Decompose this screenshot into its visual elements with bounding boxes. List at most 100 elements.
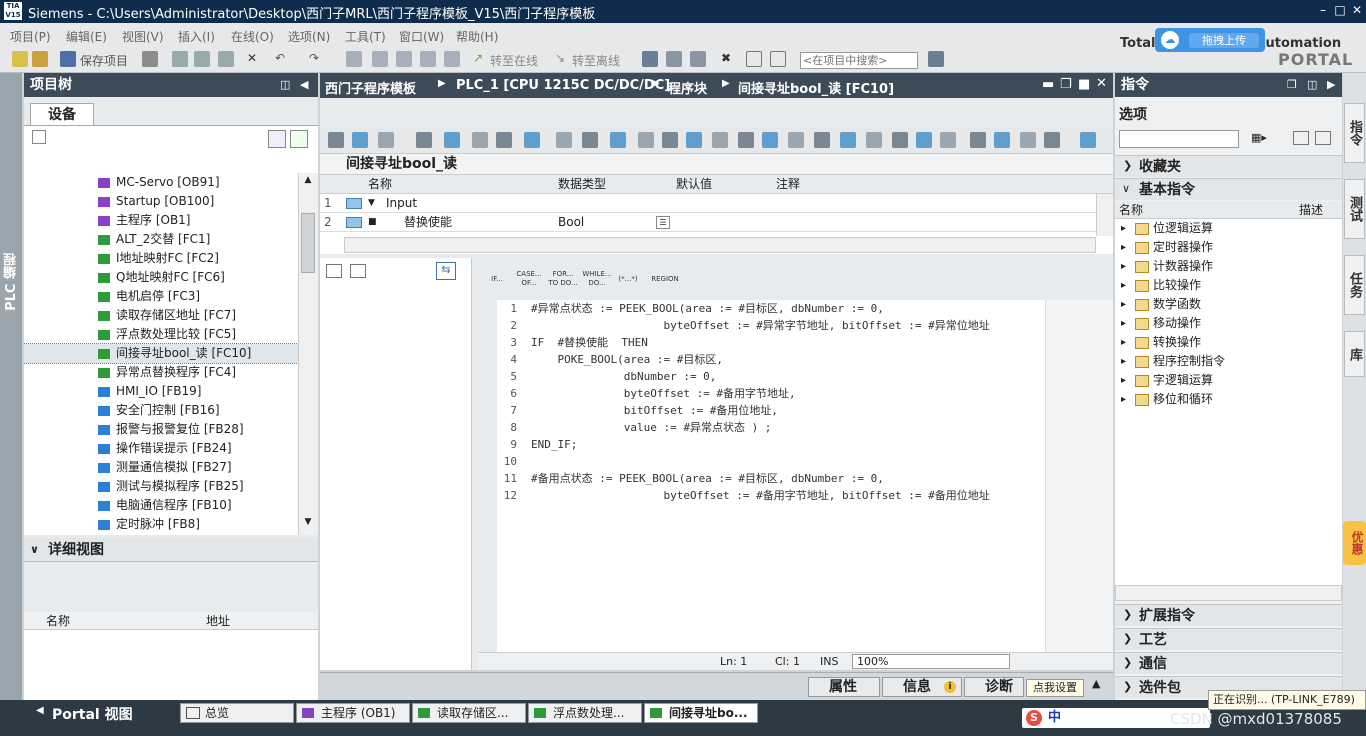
tab-diagnostics[interactable]: 诊断 (964, 677, 1024, 697)
instruction-category[interactable]: ▸ 计数器操作 (1115, 257, 1342, 276)
block-tool-icon[interactable] (686, 132, 702, 148)
tree-item[interactable]: Startup [OB100] (24, 192, 298, 211)
zoom-select[interactable]: 100% (852, 654, 1010, 669)
block-tool-icon[interactable] (762, 132, 778, 148)
block-tool-icon[interactable] (814, 132, 830, 148)
redo-icon[interactable]: ↷ (306, 51, 322, 67)
scl-snippet-button[interactable]: IF... (484, 266, 510, 292)
basic-instructions-section[interactable]: 基本指令 (1115, 178, 1342, 200)
expand-icon[interactable]: ▸ (1121, 352, 1126, 371)
tree-item[interactable]: 操作错误提示 [FB24] (24, 439, 298, 458)
favorites-section[interactable]: 收藏夹 (1115, 155, 1342, 177)
block-tool-icon[interactable] (970, 132, 986, 148)
ime-mode[interactable]: 中 (1048, 708, 1061, 728)
tree-item[interactable]: 异常点替换程序 [FC4] (24, 363, 298, 382)
task-overview[interactable]: 总览 (180, 703, 294, 723)
view-list-icon[interactable] (1293, 131, 1309, 145)
editor-float-icon[interactable]: ❐ (1060, 77, 1072, 92)
technology-section[interactable]: 工艺 (1115, 628, 1342, 650)
iface-scrollbar[interactable] (1096, 194, 1113, 236)
block-tool-icon[interactable] (472, 132, 488, 148)
expand-icon[interactable]: ▸ (1121, 371, 1126, 390)
tree-scrollbar[interactable]: ▲ ▼ (298, 173, 318, 535)
editor-minimize-icon[interactable]: ▬ (1042, 77, 1054, 92)
tree-item[interactable]: MC-Servo [OB91] (24, 173, 298, 192)
scl-snippet-button[interactable]: CASE... OF... (514, 266, 544, 292)
panel-pin-icon[interactable]: ◫ (280, 73, 290, 97)
menu-online[interactable]: 在线(O) (231, 28, 274, 45)
sync-icon[interactable]: ⇆ (436, 262, 456, 280)
scroll-down-icon[interactable]: ▼ (301, 517, 315, 531)
accessible-devices-icon[interactable] (642, 51, 658, 67)
code-line[interactable]: 10 (497, 453, 1045, 470)
code-line[interactable]: 2 byteOffset := #异常字节地址, bitOffset := #异… (497, 317, 1045, 334)
tab-testing[interactable]: 测试 (1344, 179, 1365, 239)
split-horizontal-icon[interactable] (746, 51, 762, 67)
go-online-icon[interactable]: ↗ (470, 51, 486, 67)
expand-icon[interactable]: ▸ (1121, 333, 1126, 352)
expand-icon[interactable]: ▸ (1121, 238, 1126, 257)
block-tool-icon[interactable] (416, 132, 432, 148)
block-tool-icon[interactable] (916, 132, 932, 148)
upload-icon[interactable] (420, 51, 436, 67)
tree-item[interactable]: 电机启停 [FC3] (24, 287, 298, 306)
save-project-button[interactable]: 保存项目 (80, 52, 128, 69)
communication-section[interactable]: 通信 (1115, 652, 1342, 674)
split-editor-icon[interactable] (346, 51, 362, 67)
tree-item[interactable]: Q地址映射FC [FC6] (24, 268, 298, 287)
block-tool-icon[interactable] (496, 132, 512, 148)
task-read-memory[interactable]: 读取存储区... (412, 703, 526, 723)
interface-row[interactable]: 2 ■ 替换使能 Bool ☰ (320, 213, 1096, 232)
code-line[interactable]: 9 END_IF; (497, 436, 1045, 453)
scl-snippet-button[interactable]: WHILE... DO... (582, 266, 612, 292)
tree-item[interactable]: 报警与报警复位 [FB28] (24, 420, 298, 439)
code-line[interactable]: 11 #备用点状态 := PEEK_BOOL(area := #目标区, dbNu… (497, 470, 1045, 487)
menu-tools[interactable]: 工具(T) (345, 28, 386, 45)
block-tool-icon[interactable] (524, 132, 540, 148)
iface-type[interactable]: Bool (558, 213, 584, 232)
instruction-category[interactable]: ▸ 比较操作 (1115, 276, 1342, 295)
instruction-category[interactable]: ▸ 位逻辑运算 (1115, 219, 1342, 238)
menu-edit[interactable]: 编辑(E) (66, 28, 107, 45)
block-tool-icon[interactable] (328, 132, 344, 148)
search-next-icon[interactable]: ▦▸ (1251, 131, 1277, 147)
portal-view-button[interactable]: Portal 视图 (52, 704, 133, 724)
scl-snippet-button[interactable]: (*...*) (614, 266, 642, 292)
print-icon[interactable] (142, 51, 158, 67)
close-icon[interactable]: ✕ (1350, 3, 1364, 17)
scl-snippet-button[interactable]: FOR... TO DO... (548, 266, 578, 292)
code-line[interactable]: 1 #异常点状态 := PEEK_BOOL(area := #目标区, dbNum… (497, 300, 1045, 317)
go-offline-icon[interactable]: ↘ (552, 51, 568, 67)
expand-icon[interactable]: ▸ (1121, 314, 1126, 333)
compile-icon[interactable] (372, 51, 388, 67)
tree-item[interactable]: 主程序 [OB1] (24, 211, 298, 230)
cross-reference-icon[interactable]: ✖ (718, 51, 734, 67)
instruction-category[interactable]: ▸ 程序控制指令 (1115, 352, 1342, 371)
expand-icon[interactable]: ▸ (1121, 257, 1126, 276)
save-icon[interactable] (60, 51, 76, 67)
view-detail-icon[interactable] (1315, 131, 1331, 145)
block-tool-icon[interactable] (662, 132, 678, 148)
task-float-compare[interactable]: 浮点数处理... (528, 703, 642, 723)
block-tool-icon[interactable] (840, 132, 856, 148)
tree-item[interactable]: 电脑通信程序 [FB10] (24, 496, 298, 515)
editor-maximize-icon[interactable]: ■ (1078, 77, 1090, 92)
panel-float-icon[interactable]: ❐ (1287, 73, 1297, 97)
tab-instructions[interactable]: 指令 (1344, 103, 1365, 163)
maximize-icon[interactable]: □ (1333, 3, 1347, 17)
block-tool-icon[interactable] (444, 132, 460, 148)
block-tool-icon[interactable] (1044, 132, 1060, 148)
block-tool-icon[interactable] (638, 132, 654, 148)
instruction-category[interactable]: ▸ 移位和循环 (1115, 390, 1342, 409)
stop-cpu-icon[interactable] (690, 51, 706, 67)
block-tool-icon[interactable] (940, 132, 956, 148)
code-line[interactable]: 6 byteOffset := #备用字节地址, (497, 385, 1045, 402)
project-search-input[interactable] (800, 52, 918, 69)
task-indirect-addressing[interactable]: 间接寻址bo... (644, 703, 758, 723)
expand-icon[interactable]: ▸ (1121, 390, 1126, 409)
code-line[interactable]: 4 POKE_BOOL(area := #目标区, (497, 351, 1045, 368)
scl-code-editor[interactable]: 1 #异常点状态 := PEEK_BOOL(area := #目标区, dbNum… (497, 300, 1045, 652)
block-tool-icon[interactable] (1020, 132, 1036, 148)
iface-hscroll[interactable] (344, 237, 1096, 253)
download-icon[interactable] (396, 51, 412, 67)
